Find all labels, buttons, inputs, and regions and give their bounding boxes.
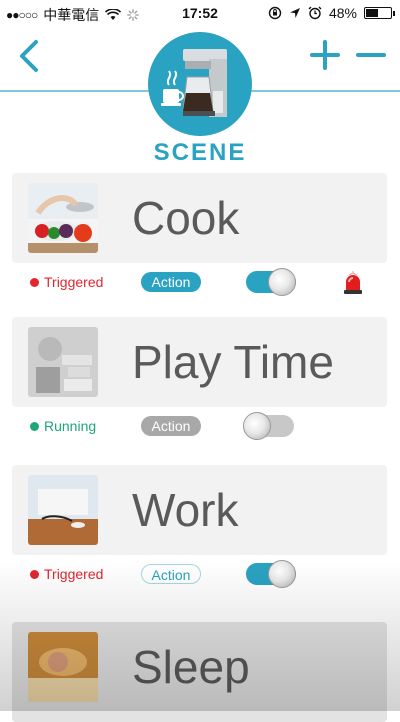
scene-card-cook[interactable]: Cook <box>12 173 387 263</box>
scene-card-sleep[interactable]: Sleep <box>12 622 387 722</box>
coffee-maker-icon <box>148 32 252 136</box>
chevron-left-icon[interactable] <box>14 38 44 74</box>
battery-fill <box>366 9 379 17</box>
toggle-knob <box>268 560 296 588</box>
work-thumbnail <box>28 475 98 545</box>
scene-controls-cook: Triggered Action <box>0 268 400 296</box>
scene-toggle[interactable] <box>243 412 294 440</box>
battery-icon <box>364 7 395 19</box>
action-button[interactable]: Action <box>141 416 201 436</box>
status-dot-running <box>30 422 39 431</box>
scene-name: Play Time <box>132 336 334 388</box>
scene-status: Running <box>44 418 97 434</box>
page-title: SCENE <box>153 139 247 166</box>
status-bar: ●●○○○ 中華電信 17:52 48% <box>0 0 400 26</box>
scene-controls-work: Triggered Action <box>0 560 400 588</box>
scene-card-play-time[interactable]: Play Time <box>12 317 387 407</box>
scene-status: Triggered <box>44 566 104 582</box>
action-button[interactable]: Action <box>141 564 201 584</box>
scene-card-work[interactable]: Work <box>12 465 387 555</box>
alarm-icon <box>308 6 322 20</box>
scene-name: Sleep <box>132 641 250 693</box>
status-dot-triggered <box>30 278 39 287</box>
scene-controls-play-time: Running Action <box>0 412 400 440</box>
scene-name: Work <box>132 484 239 536</box>
cook-thumbnail <box>28 183 98 253</box>
siren-icon <box>344 271 362 294</box>
scene-toggle[interactable] <box>246 268 296 296</box>
rotation-lock-icon <box>268 6 282 20</box>
plus-icon[interactable] <box>310 40 340 70</box>
location-arrow-icon <box>289 8 300 18</box>
battery-percent: 48% <box>328 5 357 21</box>
sleep-thumbnail <box>28 632 98 702</box>
play-time-thumbnail <box>28 327 98 397</box>
status-right: 48% <box>268 5 395 21</box>
toggle-knob <box>243 412 271 440</box>
scene-toggle[interactable] <box>246 560 296 588</box>
scene-name: Cook <box>132 192 240 244</box>
minus-icon[interactable] <box>356 40 386 70</box>
action-button[interactable]: Action <box>141 272 201 292</box>
status-dot-triggered <box>30 570 39 579</box>
scene-status: Triggered <box>44 274 104 290</box>
toggle-knob <box>268 268 296 296</box>
